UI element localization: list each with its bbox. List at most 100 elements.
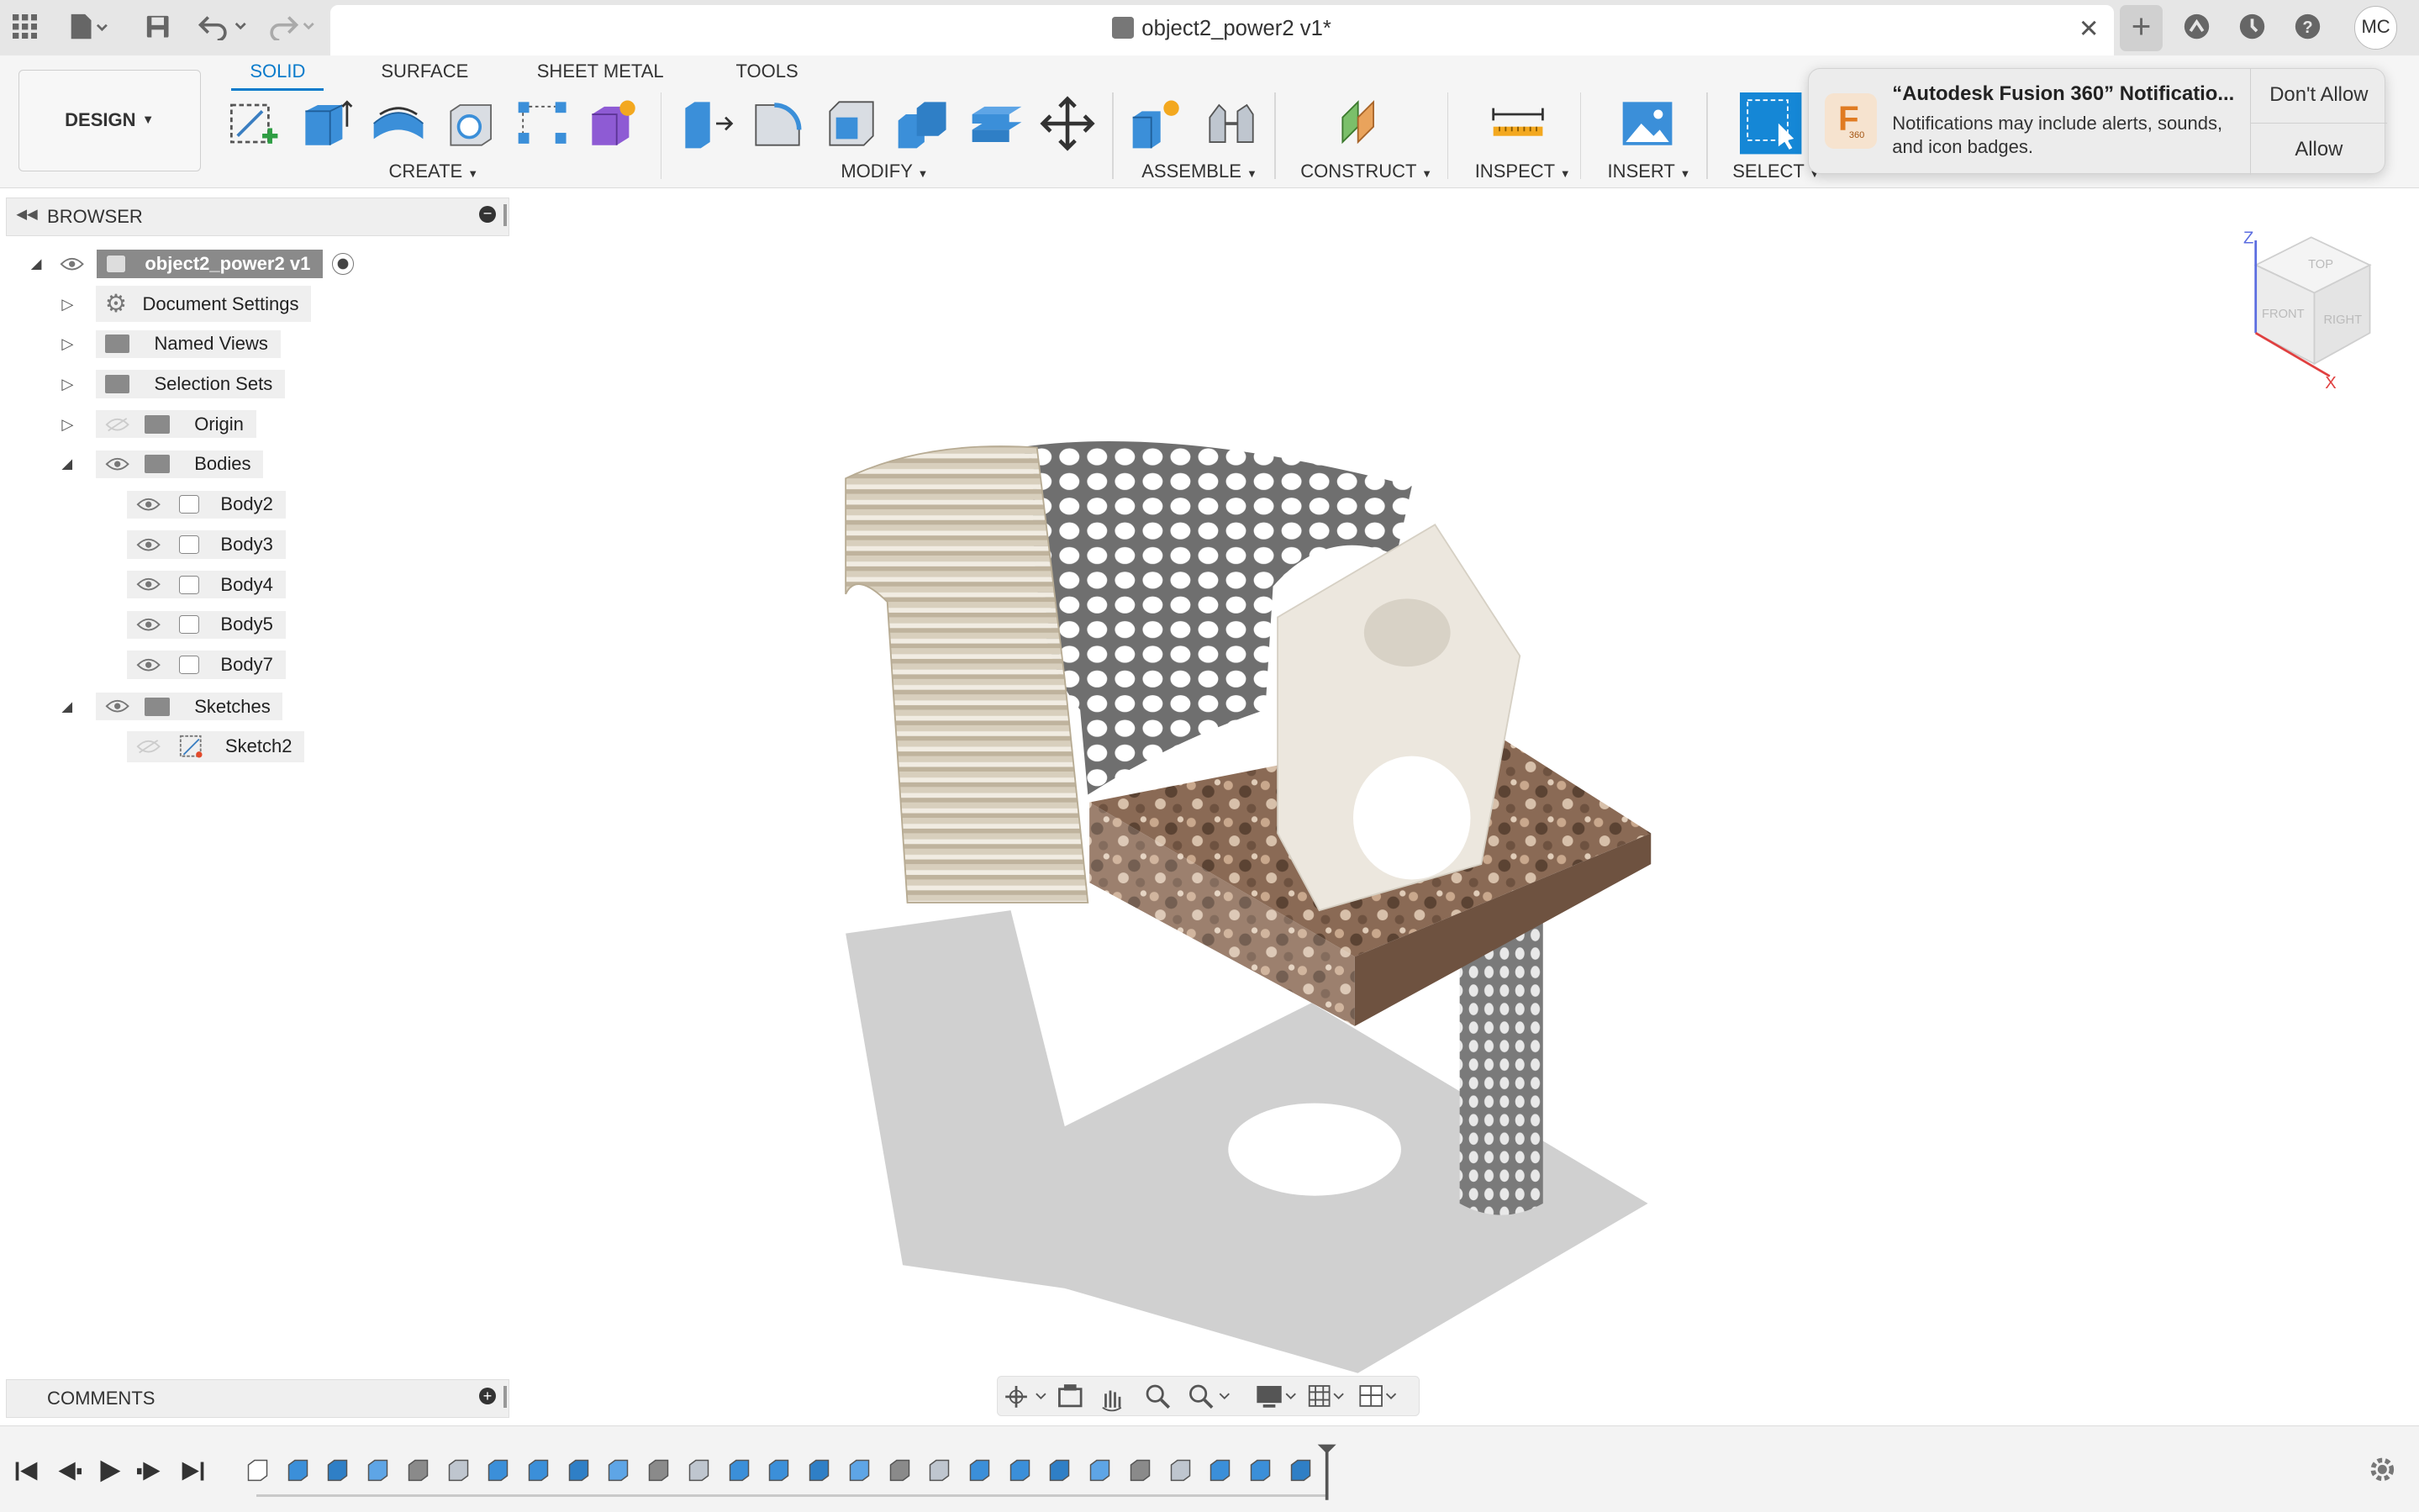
- tree-item-document-settings[interactable]: ▷ ⚙ Document Settings: [61, 286, 312, 322]
- viewcube[interactable]: TOP FRONT RIGHT Z X: [2234, 222, 2382, 395]
- avatar[interactable]: MC: [2353, 6, 2398, 50]
- pattern-icon[interactable]: [515, 96, 571, 151]
- workspace-switcher-button[interactable]: DESIGN ▼: [18, 69, 201, 171]
- timeline-feature[interactable]: [1167, 1456, 1194, 1483]
- activate-component-icon[interactable]: [332, 253, 354, 275]
- timeline-feature[interactable]: [846, 1456, 873, 1483]
- look-at-icon[interactable]: [1057, 1384, 1083, 1408]
- undo-icon[interactable]: [194, 8, 250, 45]
- sketches-node[interactable]: Sketches: [95, 692, 283, 721]
- timeline-feature[interactable]: [725, 1456, 753, 1483]
- timeline-feature[interactable]: [1046, 1456, 1073, 1483]
- tree-item-body2[interactable]: Body2: [126, 489, 286, 520]
- eye-icon[interactable]: [105, 698, 129, 714]
- timeline-feature[interactable]: [284, 1456, 312, 1483]
- display-settings-icon[interactable]: [1257, 1386, 1296, 1408]
- timeline-marker[interactable]: [1315, 1441, 1339, 1503]
- tree-item-origin[interactable]: ▷ Origin: [61, 408, 256, 440]
- save-icon[interactable]: [139, 8, 176, 45]
- add-comment-icon[interactable]: +: [478, 1387, 497, 1405]
- tab-surface[interactable]: SURFACE: [381, 61, 468, 82]
- bodies-node[interactable]: Bodies: [95, 450, 264, 479]
- pan-icon[interactable]: [1102, 1390, 1122, 1412]
- tree-item-body5[interactable]: Body5: [126, 609, 286, 640]
- insert-image-icon[interactable]: [1620, 96, 1675, 151]
- eye-icon[interactable]: [136, 617, 161, 632]
- panel-pin-icon[interactable]: [503, 204, 507, 226]
- root-component-label[interactable]: object2_power2 v1: [97, 250, 324, 278]
- eye-icon[interactable]: [105, 456, 129, 472]
- joint-icon[interactable]: [1204, 96, 1259, 151]
- eye-hidden-icon[interactable]: [105, 417, 129, 432]
- dont-allow-button[interactable]: Don't Allow: [2251, 69, 2387, 121]
- timeline-feature[interactable]: [1086, 1456, 1114, 1483]
- selection-sets-node[interactable]: Selection Sets: [95, 370, 285, 398]
- inspect-menu[interactable]: INSPECT ▼: [1475, 161, 1571, 182]
- tab-solid[interactable]: SOLID: [250, 61, 305, 82]
- expand-triangle-icon[interactable]: ▷: [61, 375, 95, 393]
- expand-triangle-icon[interactable]: ▷: [61, 335, 95, 353]
- extrude-icon[interactable]: [299, 96, 355, 151]
- offset-plane-icon[interactable]: [1336, 96, 1392, 151]
- named-views-node[interactable]: Named Views: [95, 329, 281, 358]
- orbit-icon[interactable]: [1004, 1386, 1046, 1408]
- plus-icon[interactable]: +: [2119, 4, 2163, 51]
- zoom-icon[interactable]: [1146, 1384, 1170, 1409]
- go-to-start-icon[interactable]: [13, 1457, 40, 1485]
- expand-triangle-icon[interactable]: ▷: [61, 415, 95, 434]
- timeline-feature[interactable]: [685, 1456, 713, 1483]
- gear-icon[interactable]: [2367, 1454, 2398, 1485]
- redo-icon[interactable]: [262, 8, 318, 45]
- close-icon[interactable]: ✕: [2074, 14, 2105, 45]
- select-icon[interactable]: [1740, 92, 1802, 155]
- collapse-triangle-icon[interactable]: ◢: [31, 256, 42, 272]
- body-node[interactable]: Body4: [126, 570, 286, 599]
- body-node[interactable]: Body2: [126, 490, 286, 519]
- tree-item-body4[interactable]: Body4: [126, 569, 286, 600]
- tab-sheet-metal[interactable]: SHEET METAL: [537, 61, 664, 82]
- step-forward-icon[interactable]: [137, 1457, 165, 1485]
- collapse-triangle-icon[interactable]: ◢: [61, 456, 95, 472]
- body-node[interactable]: Body7: [126, 651, 286, 679]
- tree-item-body7[interactable]: Body7: [126, 650, 286, 681]
- play-icon[interactable]: [96, 1457, 124, 1485]
- create-sketch-icon[interactable]: [225, 96, 281, 151]
- tab-tools[interactable]: TOOLS: [736, 61, 798, 82]
- job-status-icon[interactable]: [2234, 8, 2271, 45]
- modify-menu[interactable]: MODIFY ▼: [841, 161, 928, 182]
- tree-item-selection-sets[interactable]: ▷ Selection Sets: [61, 369, 285, 400]
- timeline-feature[interactable]: [645, 1456, 672, 1483]
- collapse-panel-icon[interactable]: ◀◀: [16, 206, 37, 223]
- new-component-icon[interactable]: [1130, 96, 1185, 151]
- tree-item-body3[interactable]: Body3: [126, 529, 286, 561]
- document-settings-node[interactable]: ⚙ Document Settings: [95, 286, 312, 322]
- eye-icon[interactable]: [60, 256, 85, 271]
- fit-icon[interactable]: [1188, 1384, 1230, 1409]
- assemble-menu[interactable]: ASSEMBLE ▼: [1141, 161, 1257, 182]
- timeline-feature[interactable]: [324, 1456, 351, 1483]
- timeline-feature[interactable]: [805, 1456, 833, 1483]
- sketch-node[interactable]: Sketch2: [126, 731, 305, 762]
- timeline-feature[interactable]: [1246, 1456, 1274, 1483]
- timeline-feature[interactable]: [1126, 1456, 1154, 1483]
- eye-icon[interactable]: [136, 497, 161, 512]
- viewports-icon[interactable]: [1359, 1385, 1396, 1408]
- tree-root[interactable]: ◢ object2_power2 v1: [31, 249, 354, 280]
- create-form-icon[interactable]: [586, 96, 641, 151]
- eye-icon[interactable]: [136, 537, 161, 552]
- body-node[interactable]: Body3: [126, 530, 286, 559]
- shell-icon[interactable]: [824, 96, 879, 151]
- file-icon[interactable]: [61, 8, 113, 45]
- timeline-feature[interactable]: [445, 1456, 472, 1483]
- tree-item-sketches[interactable]: ◢ Sketches: [61, 691, 283, 722]
- expand-triangle-icon[interactable]: ▷: [61, 295, 95, 313]
- timeline-feature[interactable]: [484, 1456, 512, 1483]
- insert-menu[interactable]: INSERT ▼: [1608, 161, 1691, 182]
- revolve-icon[interactable]: [371, 96, 426, 151]
- tree-item-bodies[interactable]: ◢ Bodies: [61, 449, 264, 480]
- hole-icon[interactable]: [445, 96, 500, 151]
- timeline-feature[interactable]: [244, 1456, 271, 1483]
- comments-panel-header[interactable]: COMMENTS +: [6, 1378, 509, 1418]
- timeline-feature[interactable]: [1287, 1456, 1315, 1483]
- timeline-feature[interactable]: [966, 1456, 993, 1483]
